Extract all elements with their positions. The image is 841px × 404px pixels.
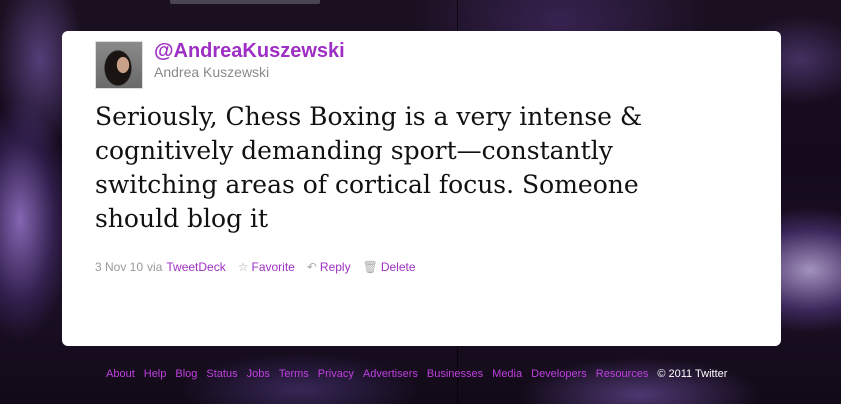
tweet-via-label: via (147, 260, 163, 274)
reply-arrow-icon: ↶ (306, 260, 317, 274)
user-handle-link[interactable]: @AndreaKuszewski (154, 40, 345, 63)
delete-button[interactable]: 🗑 Delete (363, 260, 416, 274)
trash-icon: 🗑 (362, 260, 378, 274)
tweet-date[interactable]: 3 Nov 10 (95, 260, 143, 274)
delete-label[interactable]: Delete (381, 260, 416, 274)
top-bar-tab (170, 0, 320, 4)
footer-link-businesses[interactable]: Businesses (427, 368, 483, 380)
star-icon: ☆ (237, 260, 249, 274)
footer-link-developers[interactable]: Developers (531, 368, 587, 380)
footer-links: About Help Blog Status Jobs Terms Privac… (106, 368, 727, 380)
tweet-text: Seriously, Chess Boxing is a very intens… (95, 102, 643, 233)
user-full-name: Andrea Kuszewski (154, 64, 270, 80)
footer-link-advertisers[interactable]: Advertisers (363, 368, 418, 380)
footer-link-resources[interactable]: Resources (596, 368, 649, 380)
footer-link-about[interactable]: About (106, 368, 135, 380)
favorite-button[interactable]: ☆ Favorite (238, 260, 295, 274)
footer-link-status[interactable]: Status (206, 368, 237, 380)
tweet-source-link[interactable]: TweetDeck (166, 260, 225, 274)
reply-label[interactable]: Reply (320, 260, 351, 274)
reply-button[interactable]: ↶ Reply (307, 260, 351, 274)
footer-copyright: © 2011 Twitter (657, 368, 728, 380)
footer-link-help[interactable]: Help (144, 368, 167, 380)
footer-link-terms[interactable]: Terms (279, 368, 309, 380)
footer-link-jobs[interactable]: Jobs (247, 368, 270, 380)
footer-link-privacy[interactable]: Privacy (318, 368, 354, 380)
footer-link-media[interactable]: Media (492, 368, 522, 380)
avatar[interactable] (95, 41, 143, 89)
tweet-meta: 3 Nov 10 via TweetDeck ☆ Favorite ↶ Repl… (95, 260, 416, 274)
footer-link-blog[interactable]: Blog (175, 368, 197, 380)
favorite-label[interactable]: Favorite (252, 260, 295, 274)
